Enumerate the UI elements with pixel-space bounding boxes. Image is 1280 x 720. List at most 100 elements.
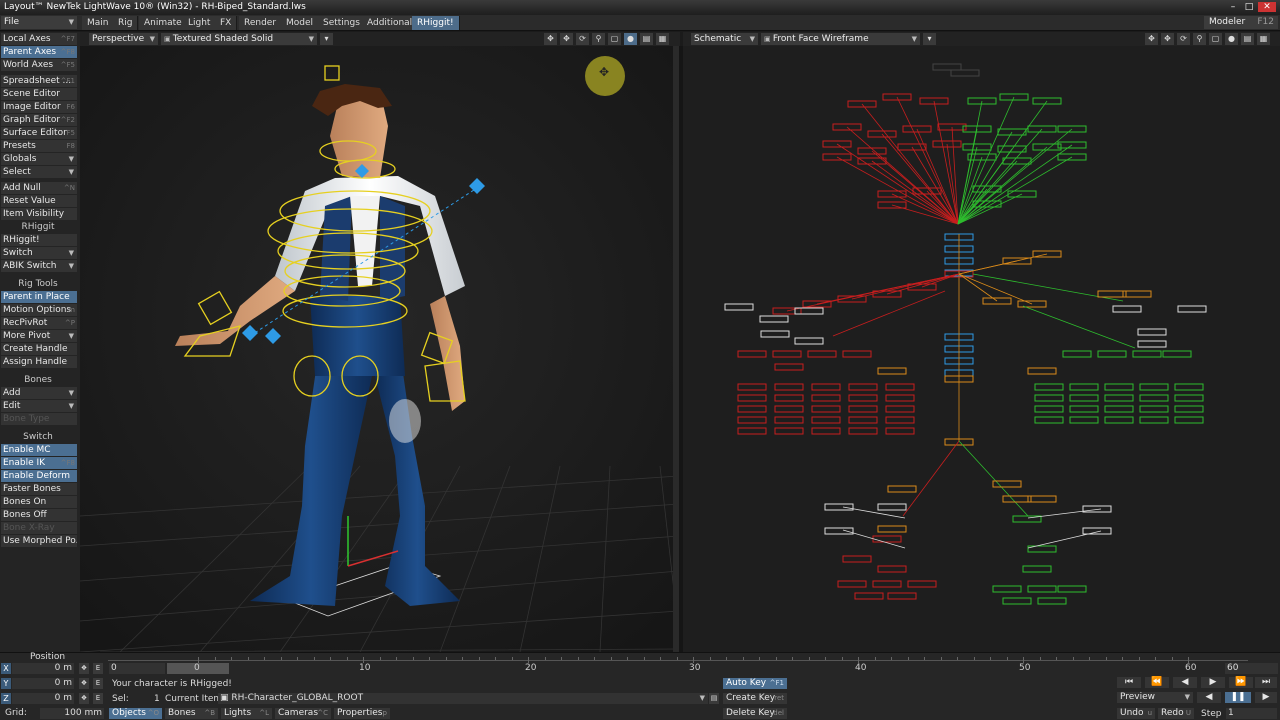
end-frame-field[interactable]: 60 (1225, 663, 1278, 674)
schematic-viewport[interactable]: L_Leg_FKIKFoot_CtlPolePinR_Leg_FKIKFoot_… (683, 46, 1280, 652)
move-view-icon[interactable]: ✥ (1145, 33, 1158, 45)
schematic-node[interactable] (1034, 394, 1064, 402)
schematic-node[interactable] (1104, 383, 1134, 391)
schematic-node[interactable] (1082, 527, 1112, 535)
sidebar-item-image-editor[interactable]: Image Editor F6 (1, 101, 77, 113)
redo-button[interactable]: Redo U (1158, 708, 1194, 719)
schematic-node[interactable] (737, 383, 767, 391)
schematic-node[interactable] (1069, 405, 1099, 413)
preview-dropdown[interactable]: Preview ▼ (1117, 692, 1193, 703)
schematic-node[interactable] (992, 480, 1022, 488)
schematic-node[interactable] (848, 427, 878, 435)
schematic-node[interactable] (887, 485, 917, 493)
schematic-node[interactable] (1112, 305, 1142, 313)
sidebar-item-add[interactable]: Add ▼ (1, 387, 77, 399)
tab-properties[interactable]: Properties p (334, 708, 390, 719)
zoom-view-icon[interactable]: ⚲ (592, 33, 605, 45)
zoom-view-icon[interactable]: ⚲ (1193, 33, 1206, 45)
viewport-options-icon[interactable]: ▾ (320, 33, 333, 45)
layout-icon[interactable]: ▤ (640, 33, 653, 45)
schematic-node[interactable] (885, 405, 915, 413)
schematic-node[interactable] (1139, 383, 1169, 391)
move-view-icon[interactable]: ✥ (544, 33, 557, 45)
item-properties-icon[interactable]: ▤ (709, 693, 719, 704)
schematic-node[interactable] (1104, 416, 1134, 424)
sidebar-item-enable-mc[interactable]: Enable MC (1, 444, 77, 456)
schematic-node[interactable] (811, 394, 841, 402)
sidebar-item-local-axes[interactable]: Local Axes ^F7 (1, 33, 77, 45)
schematic-node[interactable] (877, 525, 907, 533)
schematic-node[interactable] (811, 416, 841, 424)
schematic-node[interactable] (1174, 416, 1204, 424)
maximize-viewport-icon[interactable]: ▦ (1257, 33, 1270, 45)
schematic-node[interactable] (848, 416, 878, 424)
schematic-node[interactable] (759, 315, 789, 323)
schematic-node[interactable] (807, 350, 837, 358)
schematic-node[interactable] (760, 330, 790, 338)
schematic-node[interactable] (737, 416, 767, 424)
tab-lights[interactable]: Lights ^L (221, 708, 272, 719)
sidebar-item-graph-editor[interactable]: Graph Editor ^F2 (1, 114, 77, 126)
next-key-icon[interactable]: ⏩ (1229, 677, 1253, 688)
schematic-node[interactable] (1034, 383, 1064, 391)
z-position-field[interactable]: 0 m (12, 693, 74, 704)
schematic-node[interactable] (811, 427, 841, 435)
sidebar-item-bones-on[interactable]: Bones On (1, 496, 77, 508)
rotate-view-icon[interactable]: ⟳ (576, 33, 589, 45)
schematic-node[interactable] (1174, 383, 1204, 391)
schematic-node[interactable] (842, 555, 872, 563)
sidebar-item-enable-deform[interactable]: Enable Deform (1, 470, 77, 482)
schematic-node[interactable] (1027, 495, 1057, 503)
maximize-viewport-icon[interactable]: ▦ (656, 33, 669, 45)
sidebar-item-parent-in-place[interactable]: Parent in Place (1, 291, 77, 303)
schematic-node[interactable] (1174, 394, 1204, 402)
schematic-node[interactable] (772, 350, 802, 358)
modeler-button[interactable]: Modeler F12 (1204, 16, 1278, 29)
schematic-node[interactable] (1139, 416, 1169, 424)
play-reverse-icon[interactable]: ◀ (1197, 692, 1221, 703)
schematic-node[interactable] (848, 383, 878, 391)
sidebar-item-parent-axes[interactable]: Parent Axes ^F8 (1, 46, 77, 58)
schematic-node[interactable] (1162, 350, 1192, 358)
schematic-node[interactable] (794, 337, 824, 345)
previous-frame-icon[interactable]: ◀ (1173, 677, 1197, 688)
sidebar-item-bones-off[interactable]: Bones Off (1, 509, 77, 521)
sidebar-item-enable-ik[interactable]: Enable IK ^F8 (1, 457, 77, 469)
sidebar-item-globals[interactable]: Globals ▼ (1, 153, 77, 165)
viewport-options-icon[interactable]: ▾ (923, 33, 936, 45)
sidebar-item-faster-bones[interactable]: Faster Bones (1, 483, 77, 495)
tab-additional[interactable]: Additional (362, 16, 419, 30)
schematic-node[interactable] (824, 527, 854, 535)
schematic-node[interactable] (1002, 597, 1032, 605)
schematic-node[interactable] (1002, 495, 1032, 503)
fit-view-icon[interactable]: ▢ (608, 33, 621, 45)
schematic-node[interactable] (1097, 350, 1127, 358)
z-envelope-icon[interactable]: E (93, 693, 103, 704)
schematic-node[interactable] (1034, 416, 1064, 424)
schematic-node[interactable] (872, 580, 902, 588)
tab-model[interactable]: Model (281, 16, 320, 30)
z-keyframe-icon[interactable]: ❖ (79, 693, 89, 704)
tab-main[interactable]: Main (82, 16, 115, 30)
schematic-node[interactable] (1104, 394, 1134, 402)
schematic-node[interactable] (1062, 350, 1092, 358)
schematic-node[interactable] (1027, 585, 1057, 593)
schematic-node[interactable] (1137, 328, 1167, 336)
schematic-node[interactable] (1069, 394, 1099, 402)
sidebar-item-select[interactable]: Select ▼ (1, 166, 77, 178)
schematic-node[interactable] (877, 503, 907, 511)
schematic-node[interactable] (737, 350, 767, 358)
pan-view-icon[interactable]: ✥ (560, 33, 573, 45)
sidebar-item-presets[interactable]: Presets F8 (1, 140, 77, 152)
sidebar-item-use-morphed-po[interactable]: Use Morphed Po... (1, 535, 77, 547)
layout-icon[interactable]: ▤ (1241, 33, 1254, 45)
camera-view-icon[interactable]: ● (1225, 33, 1238, 45)
schematic-node[interactable] (872, 535, 902, 543)
sidebar-item-rhiggit[interactable]: RHiggit! (1, 234, 77, 246)
tab-animate[interactable]: Animate (139, 16, 188, 30)
fit-view-icon[interactable]: ▢ (1209, 33, 1222, 45)
wireframe-dropdown[interactable]: ▣ Front Face Wireframe ▼ (761, 33, 920, 45)
next-frame-icon[interactable]: ▶ (1201, 677, 1225, 688)
schematic-node[interactable] (885, 383, 915, 391)
rotate-view-icon[interactable]: ⟳ (1177, 33, 1190, 45)
